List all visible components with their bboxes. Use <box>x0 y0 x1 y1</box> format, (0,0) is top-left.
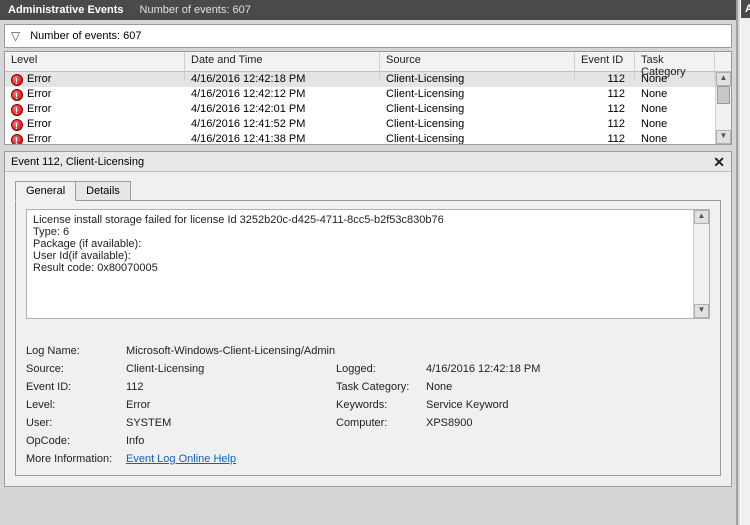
scroll-down-icon[interactable]: ▼ <box>716 130 731 144</box>
label-keywords: Keywords: <box>336 399 426 411</box>
cell-datetime: 4/16/2016 12:42:18 PM <box>185 72 380 87</box>
value-logged: 4/16/2016 12:42:18 PM <box>426 363 626 375</box>
table-header-row: Level Date and Time Source Event ID Task… <box>5 52 731 72</box>
label-computer: Computer: <box>336 417 426 429</box>
value-level: Error <box>126 399 336 411</box>
label-taskcat: Task Category: <box>336 381 426 393</box>
cell-taskcat: None <box>635 117 715 132</box>
cell-datetime: 4/16/2016 12:41:38 PM <box>185 132 380 145</box>
value-eventid: 112 <box>126 381 336 393</box>
value-source: Client-Licensing <box>126 363 336 375</box>
value-logname: Microsoft-Windows-Client-Licensing/Admin <box>126 345 626 357</box>
cell-taskcat: None <box>635 102 715 117</box>
cell-datetime: 4/16/2016 12:42:12 PM <box>185 87 380 102</box>
error-icon <box>11 134 23 146</box>
table-row[interactable]: Error 4/16/2016 12:41:38 PM Client-Licen… <box>5 132 731 145</box>
event-table: Level Date and Time Source Event ID Task… <box>4 51 732 145</box>
value-taskcat: None <box>426 381 626 393</box>
value-opcode: Info <box>126 435 626 447</box>
label-eventid: Event ID: <box>26 381 126 393</box>
cell-level: Error <box>27 102 51 117</box>
tab-general[interactable]: General <box>15 181 76 201</box>
panel-title: Administrative Events <box>8 0 124 20</box>
cell-source: Client-Licensing <box>380 87 575 102</box>
detail-title: Event 112, Client-Licensing <box>11 152 144 172</box>
scroll-thumb[interactable] <box>717 86 730 104</box>
table-scrollbar[interactable]: ▲ ▼ <box>715 72 731 144</box>
cell-source: Client-Licensing <box>380 117 575 132</box>
error-icon <box>11 74 23 86</box>
actions-panel: A <box>740 0 750 525</box>
panel-subtitle: Number of events: 607 <box>140 0 251 20</box>
label-opcode: OpCode: <box>26 435 126 447</box>
cell-eventid: 112 <box>575 132 635 145</box>
label-logged: Logged: <box>336 363 426 375</box>
label-user: User: <box>26 417 126 429</box>
scroll-down-icon[interactable]: ▼ <box>694 304 709 318</box>
cell-eventid: 112 <box>575 87 635 102</box>
cell-level: Error <box>27 132 51 145</box>
label-level: Level: <box>26 399 126 411</box>
cell-eventid: 112 <box>575 117 635 132</box>
cell-level: Error <box>27 87 51 102</box>
detail-title-bar: Event 112, Client-Licensing ✕ <box>5 152 731 172</box>
label-moreinfo: More Information: <box>26 453 126 465</box>
value-user: SYSTEM <box>126 417 336 429</box>
cell-taskcat: None <box>635 132 715 145</box>
msg-line: Type: 6 <box>33 226 703 238</box>
tab-row: General Details <box>5 172 731 200</box>
msg-line: Result code: 0x80070005 <box>33 262 703 274</box>
panel-title-bar: Administrative Events Number of events: … <box>0 0 736 20</box>
tab-body-general: License install storage failed for licen… <box>15 200 721 476</box>
cell-source: Client-Licensing <box>380 102 575 117</box>
event-message-box[interactable]: License install storage failed for licen… <box>26 209 710 319</box>
table-row[interactable]: Error 4/16/2016 12:41:52 PM Client-Licen… <box>5 117 731 132</box>
label-source: Source: <box>26 363 126 375</box>
cell-taskcat: None <box>635 87 715 102</box>
cell-level: Error <box>27 72 51 87</box>
cell-eventid: 112 <box>575 102 635 117</box>
cell-level: Error <box>27 117 51 132</box>
msg-line: License install storage failed for licen… <box>33 214 703 226</box>
event-fields: Log Name: Microsoft-Windows-Client-Licen… <box>26 345 710 465</box>
tab-details[interactable]: Details <box>76 181 131 201</box>
cell-datetime: 4/16/2016 12:41:52 PM <box>185 117 380 132</box>
error-icon <box>11 104 23 116</box>
table-row[interactable]: Error 4/16/2016 12:42:12 PM Client-Licen… <box>5 87 731 102</box>
label-logname: Log Name: <box>26 345 126 357</box>
filter-text: Number of events: 607 <box>30 30 141 42</box>
error-icon <box>11 89 23 101</box>
cell-eventid: 112 <box>575 72 635 87</box>
help-link[interactable]: Event Log Online Help <box>126 453 236 465</box>
cell-source: Client-Licensing <box>380 72 575 87</box>
filter-icon: ▽ <box>11 29 20 43</box>
msg-line: Package (if available): <box>33 238 703 250</box>
main-panel: Administrative Events Number of events: … <box>0 0 738 525</box>
cell-source: Client-Licensing <box>380 132 575 145</box>
table-body: Error 4/16/2016 12:42:18 PM Client-Licen… <box>5 72 731 145</box>
filter-bar[interactable]: ▽ Number of events: 607 <box>4 24 732 48</box>
value-keywords: Service Keyword <box>426 399 626 411</box>
message-scrollbar[interactable]: ▲ ▼ <box>693 210 709 318</box>
detail-pane: Event 112, Client-Licensing ✕ General De… <box>4 151 732 487</box>
table-row[interactable]: Error 4/16/2016 12:42:01 PM Client-Licen… <box>5 102 731 117</box>
error-icon <box>11 119 23 131</box>
close-icon[interactable]: ✕ <box>713 152 725 172</box>
value-computer: XPS8900 <box>426 417 626 429</box>
cell-datetime: 4/16/2016 12:42:01 PM <box>185 102 380 117</box>
table-row[interactable]: Error 4/16/2016 12:42:18 PM Client-Licen… <box>5 72 731 87</box>
msg-line: User Id(if available): <box>33 250 703 262</box>
cell-taskcat: None <box>635 72 715 87</box>
actions-header: A <box>741 0 750 18</box>
scroll-up-icon[interactable]: ▲ <box>716 72 731 86</box>
scroll-up-icon[interactable]: ▲ <box>694 210 709 224</box>
